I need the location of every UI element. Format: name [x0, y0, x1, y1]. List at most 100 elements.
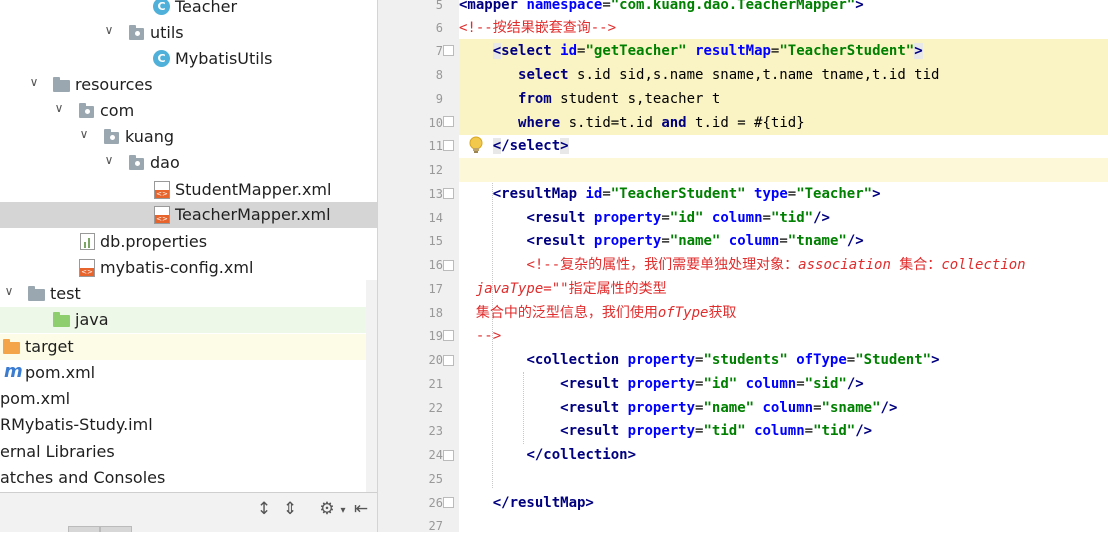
tree-item-studentmapper[interactable]: StudentMapper.xml	[0, 177, 377, 203]
code-line-22[interactable]: <result property="name" column="sname"/>	[459, 396, 1108, 420]
resources-folder-icon	[53, 77, 70, 92]
code-line-13[interactable]: <resultMap id="TeacherStudent" type="Tea…	[459, 182, 1108, 206]
line-number: 14	[428, 211, 443, 225]
tree-item-scratches[interactable]: atches and Consoles	[0, 465, 377, 491]
code-line-14[interactable]: <result property="id" column="tid"/>	[459, 206, 1108, 230]
code-line-20[interactable]: <collection property="students" ofType="…	[459, 348, 1108, 372]
line-number: 11	[428, 139, 443, 153]
line-number: 25	[428, 472, 443, 486]
code-line-6[interactable]: <!--按结果嵌套查询-->	[459, 16, 1108, 40]
code-line-27[interactable]	[459, 514, 1108, 538]
code-line-17[interactable]: javaType=""指定属性的类型	[459, 277, 1108, 301]
code-line-21[interactable]: <result property="id" column="sid"/>	[459, 372, 1108, 396]
line-number: 17	[428, 282, 443, 296]
code-line-24[interactable]: </collection>	[459, 443, 1108, 467]
collapse-all-icon[interactable]: ⇕	[279, 499, 301, 519]
line-number: 20	[428, 353, 443, 367]
hide-panel-icon[interactable]: ⇤	[350, 499, 372, 519]
line-number: 21	[428, 377, 443, 391]
line-number: 6	[435, 21, 443, 35]
tree-item-test[interactable]: ∨ test	[0, 281, 377, 307]
line-number: 26	[428, 496, 443, 510]
chevron-down-icon[interactable]: ∨	[52, 101, 66, 115]
fold-marker-icon[interactable]	[443, 355, 454, 366]
line-number: 13	[428, 187, 443, 201]
line-number: 10	[428, 116, 443, 130]
line-number: 22	[428, 401, 443, 415]
fold-marker-icon[interactable]	[443, 260, 454, 271]
class-icon: C	[153, 0, 170, 15]
chevron-down-icon[interactable]: ∨	[102, 23, 116, 37]
tree-item-pom-root[interactable]: pom.xml	[0, 386, 377, 412]
code-line-25[interactable]	[459, 467, 1108, 491]
fold-marker-icon[interactable]	[443, 116, 454, 127]
excluded-folder-icon	[3, 339, 20, 354]
class-icon: C	[153, 50, 170, 67]
code-line-7[interactable]: <select id="getTeacher" resultMap="Teach…	[459, 39, 1108, 63]
fold-marker-icon[interactable]	[443, 188, 454, 199]
line-number: 9	[435, 92, 443, 106]
tree-item-utils[interactable]: ∨ utils	[0, 20, 377, 46]
line-number: 16	[428, 258, 443, 272]
tree-item-iml[interactable]: RMybatis-Study.iml	[0, 412, 377, 438]
code-line-15[interactable]: <result property="name" column="tname"/>	[459, 229, 1108, 253]
fold-marker-icon[interactable]	[443, 330, 454, 341]
lightbulb-icon[interactable]	[468, 136, 484, 154]
line-number: 5	[435, 0, 443, 12]
xml-file-icon	[154, 181, 170, 199]
expand-all-icon[interactable]: ↕	[253, 499, 275, 519]
package-folder-icon	[129, 25, 144, 40]
code-line-9[interactable]: from student s,teacher t	[459, 87, 1108, 111]
code-line-11[interactable]: </select>	[459, 134, 1108, 158]
line-number: 27	[428, 519, 443, 533]
tree-item-java[interactable]: java	[0, 307, 377, 333]
line-number: 24	[428, 448, 443, 462]
tree-item-target[interactable]: target	[0, 334, 377, 360]
tab-stub[interactable]	[68, 526, 100, 532]
tree-item-external-libraries[interactable]: ernal Libraries	[0, 439, 377, 465]
code-line-8[interactable]: select s.id sid,s.name sname,t.name tnam…	[459, 63, 1108, 87]
tree-item-kuang[interactable]: ∨ kuang	[0, 124, 377, 150]
tree-item-mybatisutils[interactable]: C MybatisUtils	[0, 46, 377, 72]
chevron-down-icon[interactable]: ∨	[27, 75, 41, 89]
properties-file-icon	[80, 233, 95, 250]
fold-marker-icon[interactable]	[443, 497, 454, 508]
fold-marker-icon[interactable]	[443, 140, 454, 151]
tree-item-resources[interactable]: ∨ resources	[0, 72, 377, 98]
xml-file-icon	[154, 206, 170, 224]
tree-item-com[interactable]: ∨ com	[0, 98, 377, 124]
code-line-16[interactable]: <!--复杂的属性，我们需要单独处理对象：association 集合：coll…	[459, 253, 1108, 277]
tree-item-pom-module[interactable]: m pom.xml	[0, 360, 377, 386]
tree-item-teachermapper[interactable]: TeacherMapper.xml	[0, 202, 377, 228]
code-line-5[interactable]: <mapper namespace="com.kuang.dao.Teacher…	[459, 0, 1108, 17]
folder-icon	[28, 286, 45, 301]
tree-item-db-properties[interactable]: db.properties	[0, 229, 377, 255]
fold-marker-icon[interactable]	[443, 450, 454, 461]
package-folder-icon	[129, 155, 144, 170]
tree-item-teacher[interactable]: C Teacher	[0, 0, 377, 20]
line-number: 8	[435, 68, 443, 82]
chevron-down-icon[interactable]: ∨	[77, 127, 91, 141]
code-line-19[interactable]: -->	[459, 324, 1108, 348]
chevron-down-icon[interactable]: ∨	[102, 153, 116, 167]
code-line-10[interactable]: where s.tid=t.id and t.id = #{tid}	[459, 111, 1108, 135]
fold-marker-icon[interactable]	[443, 45, 454, 56]
xml-file-icon	[79, 259, 95, 277]
tree-item-mybatis-config[interactable]: mybatis-config.xml	[0, 255, 377, 281]
line-number: 18	[428, 306, 443, 320]
tab-stub[interactable]	[100, 526, 132, 532]
maven-icon: m	[4, 361, 23, 382]
tree-item-dao[interactable]: ∨ dao	[0, 150, 377, 176]
code-line-18[interactable]: 集合中的泛型信息，我们使用ofType获取	[459, 301, 1108, 325]
line-number: 23	[428, 424, 443, 438]
package-folder-icon	[79, 103, 94, 118]
chevron-down-icon[interactable]: ∨	[2, 284, 16, 298]
code-line-23[interactable]: <result property="tid" column="tid"/>	[459, 419, 1108, 443]
package-folder-icon	[104, 129, 119, 144]
line-number: 7	[435, 44, 443, 58]
test-source-folder-icon	[53, 312, 70, 327]
code-line-26[interactable]: </resultMap>	[459, 491, 1108, 515]
code-line-12[interactable]	[459, 158, 1108, 182]
tree-toolbar: ↕ ⇕ ⚙ ▾ ⇤	[0, 492, 377, 532]
project-tree: C Teacher ∨ utils C MybatisUtils ∨ resou…	[0, 0, 377, 532]
